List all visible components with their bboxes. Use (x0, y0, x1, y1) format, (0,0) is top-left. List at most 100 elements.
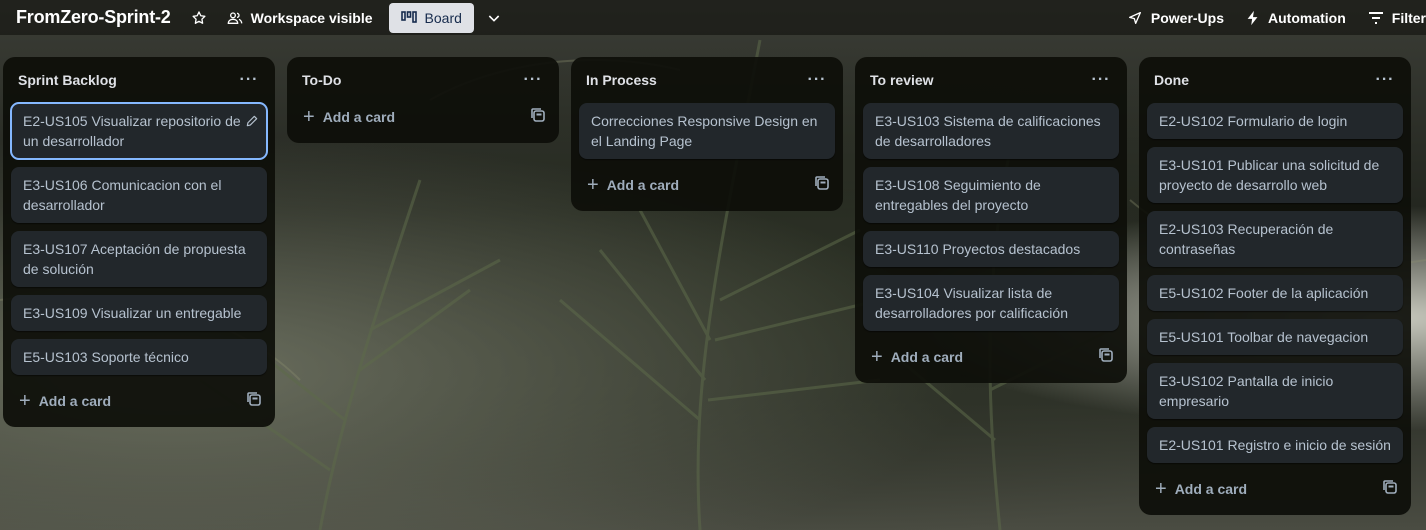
add-card-row: + Add a card (1147, 471, 1403, 507)
automation-button[interactable]: Automation (1240, 3, 1352, 33)
template-icon[interactable] (1099, 347, 1113, 367)
add-card-button[interactable]: + Add a card (1155, 479, 1247, 499)
card[interactable]: E3-US109 Visualizar un entregable (11, 295, 267, 331)
card-title: E5-US101 Toolbar de navegacion (1159, 329, 1369, 345)
card[interactable]: E3-US101 Publicar una solicitud de proye… (1147, 147, 1403, 203)
filter-icon (1368, 11, 1383, 24)
list-menu-button[interactable]: ··· (1371, 71, 1399, 89)
list-menu-button[interactable]: ··· (803, 71, 831, 89)
list-menu-button[interactable]: ··· (235, 71, 263, 89)
list-in-process: In Process ··· Correcciones Responsive D… (571, 57, 843, 211)
template-icon[interactable] (815, 175, 829, 195)
card-title: E3-US109 Visualizar un entregable (23, 305, 242, 321)
card[interactable]: E2-US103 Recuperación de contraseñas (1147, 211, 1403, 267)
list-menu-button[interactable]: ··· (519, 71, 547, 89)
card[interactable]: E2-US102 Formulario de login (1147, 103, 1403, 139)
card-title: E2-US101 Registro e inicio de sesión (1159, 437, 1391, 453)
card[interactable]: E5-US101 Toolbar de navegacion (1147, 319, 1403, 355)
card[interactable]: E3-US104 Visualizar lista de desarrollad… (863, 275, 1119, 331)
plus-icon: + (19, 390, 31, 412)
card[interactable]: E3-US107 Aceptación de propuesta de solu… (11, 231, 267, 287)
card-title: E3-US102 Pantalla de inicio empresario (1159, 373, 1334, 409)
filter-button[interactable]: Filter (1362, 3, 1426, 33)
add-card-label: Add a card (38, 393, 112, 409)
plus-icon: + (1155, 478, 1167, 500)
card[interactable]: E2-US105 Visualizar repositorio de un de… (10, 102, 268, 160)
plus-icon: + (587, 174, 599, 196)
header-actions: Power-Ups Automation Filter (1121, 0, 1426, 35)
card[interactable]: E3-US106 Comunicacion con el desarrollad… (11, 167, 267, 223)
template-icon[interactable] (1383, 479, 1397, 499)
card[interactable]: E5-US103 Soporte técnico (11, 339, 267, 375)
list-header: To-Do ··· (295, 57, 551, 103)
add-card-row: + Add a card (295, 99, 551, 135)
card[interactable]: E5-US102 Footer de la aplicación (1147, 275, 1403, 311)
card[interactable]: E2-US101 Registro e inicio de sesión (1147, 427, 1403, 463)
card-title: E2-US102 Formulario de login (1159, 113, 1348, 129)
list-title[interactable]: Done (1154, 72, 1189, 88)
people-icon (227, 11, 242, 24)
card[interactable]: Correcciones Responsive Design en el Lan… (579, 103, 835, 159)
plus-icon: + (871, 346, 883, 368)
list-title[interactable]: To-Do (302, 72, 341, 88)
card-title: E3-US101 Publicar una solicitud de proye… (1159, 157, 1380, 193)
power-ups-button[interactable]: Power-Ups (1121, 3, 1230, 33)
power-ups-label: Power-Ups (1150, 9, 1224, 26)
card-title: E3-US108 Seguimiento de entregables del … (875, 177, 1041, 213)
workspace-visibility-label: Workspace visible (250, 9, 373, 26)
add-card-label: Add a card (1174, 481, 1248, 497)
card[interactable]: E3-US108 Seguimiento de entregables del … (863, 167, 1119, 223)
workspace-visibility-button[interactable]: Workspace visible (221, 3, 379, 33)
list-header: Done ··· (1147, 57, 1403, 103)
card-title: E3-US110 Proyectos destacados (875, 241, 1081, 257)
list-to-review: To review ··· E3-US103 Sistema de califi… (855, 57, 1127, 383)
list-title[interactable]: In Process (586, 72, 657, 88)
automation-label: Automation (1268, 9, 1346, 26)
board-view-label: Board (424, 9, 462, 26)
template-icon[interactable] (247, 391, 261, 411)
card-title: E2-US103 Recuperación de contraseñas (1159, 221, 1334, 257)
card-title: E3-US104 Visualizar lista de desarrollad… (875, 285, 1068, 321)
list-header: In Process ··· (579, 57, 835, 103)
card-title: E5-US102 Footer de la aplicación (1159, 285, 1369, 301)
add-card-row: + Add a card (579, 167, 835, 203)
board-header: FromZero-Sprint-2 Workspace visible Boar… (0, 0, 1426, 35)
list-done: Done ··· E2-US102 Formulario de login E3… (1139, 57, 1411, 515)
add-card-label: Add a card (890, 349, 964, 365)
card-title: E2-US105 Visualizar repositorio de un de… (23, 113, 241, 149)
list-menu-button[interactable]: ··· (1087, 71, 1115, 89)
list-sprint-backlog: Sprint Backlog ··· E2-US105 Visualizar r… (3, 57, 275, 427)
add-card-label: Add a card (606, 177, 680, 193)
board-icon (400, 10, 417, 23)
template-icon[interactable] (531, 107, 545, 127)
lightning-icon (1247, 10, 1258, 25)
card[interactable]: E3-US103 Sistema de calificaciones de de… (863, 103, 1119, 159)
board-view-button[interactable]: Board (388, 2, 474, 33)
filter-label: Filter (1391, 9, 1426, 26)
add-card-button[interactable]: + Add a card (587, 175, 679, 195)
star-icon[interactable] (185, 4, 213, 32)
list-title[interactable]: To review (870, 72, 934, 88)
pencil-icon[interactable] (245, 113, 259, 133)
board-title[interactable]: FromZero-Sprint-2 (16, 7, 171, 28)
chevron-down-icon[interactable] (480, 4, 508, 32)
rocket-icon (1128, 11, 1141, 24)
add-card-button[interactable]: + Add a card (871, 347, 963, 367)
plus-icon: + (303, 106, 315, 128)
list-to-do: To-Do ··· + Add a card (287, 57, 559, 143)
list-header: Sprint Backlog ··· (11, 57, 267, 103)
card-title: Correcciones Responsive Design en el Lan… (591, 113, 818, 149)
card-title: E5-US103 Soporte técnico (23, 349, 189, 365)
add-card-row: + Add a card (863, 339, 1119, 375)
add-card-button[interactable]: + Add a card (19, 391, 111, 411)
add-card-label: Add a card (322, 109, 396, 125)
add-card-row: + Add a card (11, 383, 267, 419)
card[interactable]: E3-US102 Pantalla de inicio empresario (1147, 363, 1403, 419)
card-title: E3-US103 Sistema de calificaciones de de… (875, 113, 1101, 149)
list-header: To review ··· (863, 57, 1119, 103)
card-title: E3-US106 Comunicacion con el desarrollad… (23, 177, 222, 213)
list-title[interactable]: Sprint Backlog (18, 72, 117, 88)
add-card-button[interactable]: + Add a card (303, 107, 395, 127)
card[interactable]: E3-US110 Proyectos destacados (863, 231, 1119, 267)
card-title: E3-US107 Aceptación de propuesta de solu… (23, 241, 246, 277)
